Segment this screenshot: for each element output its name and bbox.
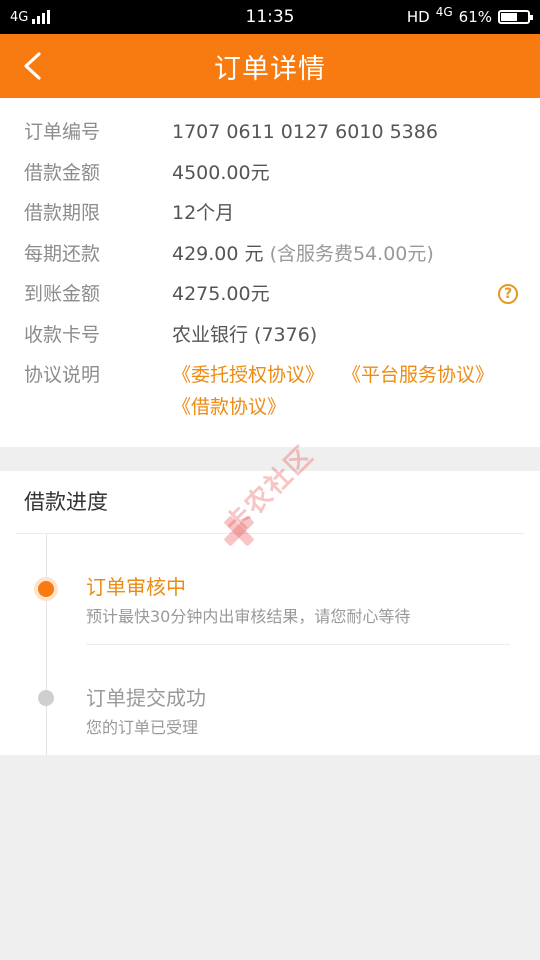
battery-fill	[501, 13, 517, 21]
step-description: 预计最快30分钟内出审核结果，请您耐心等待	[86, 607, 411, 626]
hd-indicator: HD	[406, 8, 430, 26]
step-description: 您的订单已受理	[86, 718, 199, 737]
order-number-value: 1707 0611 0127 6010 5386	[172, 121, 438, 143]
loan-term-value: 12个月	[172, 202, 235, 224]
row-label: 订单编号	[24, 121, 101, 143]
card-number-value: 农业银行 (7376)	[172, 323, 318, 346]
agreement-links: 《委托授权协议》 《平台服务协议》 《借款协议》	[172, 361, 518, 421]
step-dot-done	[38, 690, 54, 706]
row-loan-term: 借款期限 12个月	[24, 199, 518, 240]
app-header: 订单详情	[0, 34, 540, 98]
status-left: 4G	[10, 9, 51, 25]
row-received-amount: 到账金额 4275.00元 ?	[24, 280, 518, 321]
timeline-step-submitted: 订单提交成功 您的订单已受理	[38, 645, 516, 739]
timeline-line	[46, 534, 47, 755]
row-installment: 每期还款 429.00 元 (含服务费54.00元)	[24, 240, 518, 281]
battery-icon	[498, 10, 533, 24]
battery-percent: 61%	[458, 8, 492, 26]
row-card-number: 收款卡号 农业银行 (7376)	[24, 321, 518, 362]
timeline: 订单审核中 预计最快30分钟内出审核结果，请您耐心等待 订单提交成功 您的订单已…	[0, 534, 540, 755]
step-title: 订单审核中	[86, 575, 186, 599]
row-label: 借款金额	[24, 161, 101, 184]
chevron-left-icon	[24, 52, 41, 80]
agreement-link-platform-service[interactable]: 《平台服务协议》	[342, 361, 494, 389]
timeline-step-reviewing: 订单审核中 预计最快30分钟内出审核结果，请您耐心等待	[38, 534, 516, 645]
network-type: 4G	[10, 9, 29, 25]
order-details: 订单编号 1707 0611 0127 6010 5386 借款金额 4500.…	[0, 98, 540, 447]
installment-value: 429.00 元 (含服务费54.00元)	[172, 240, 518, 268]
progress-title: 借款进度	[24, 490, 108, 514]
row-label: 到账金额	[24, 283, 101, 305]
back-button[interactable]	[14, 48, 50, 84]
step-dot-active	[38, 581, 54, 597]
service-fee-note: (含服务费54.00元)	[269, 242, 434, 265]
row-label: 协议说明	[24, 364, 101, 386]
received-amount-value: 4275.00元	[172, 283, 270, 305]
row-agreements: 协议说明 《委托授权协议》 《平台服务协议》 《借款协议》	[24, 361, 518, 421]
agreement-link-authorization[interactable]: 《委托授权协议》	[172, 361, 324, 389]
loan-progress: 借款进度 订单审核中 预计最快30分钟内出审核结果，请您耐心等待 订单提交成功 …	[0, 471, 540, 755]
row-loan-amount: 借款金额 4500.00元	[24, 159, 518, 200]
installment-amount: 429.00 元	[172, 242, 264, 265]
step-title: 订单提交成功	[86, 686, 206, 710]
signal-icon	[32, 10, 51, 24]
page-title: 订单详情	[214, 53, 326, 85]
network-type-right: 4G	[435, 5, 453, 19]
status-bar: 4G 11:35 HD 4G 61%	[0, 0, 540, 34]
row-label: 收款卡号	[24, 323, 101, 346]
question-circle-icon[interactable]: ?	[498, 284, 518, 304]
row-label: 借款期限	[24, 202, 101, 224]
row-label: 每期还款	[24, 242, 101, 265]
loan-amount-value: 4500.00元	[172, 161, 270, 184]
status-right: HD 4G 61%	[406, 5, 533, 26]
row-order-number: 订单编号 1707 0611 0127 6010 5386	[24, 118, 518, 159]
agreement-link-loan[interactable]: 《借款协议》	[172, 393, 286, 421]
